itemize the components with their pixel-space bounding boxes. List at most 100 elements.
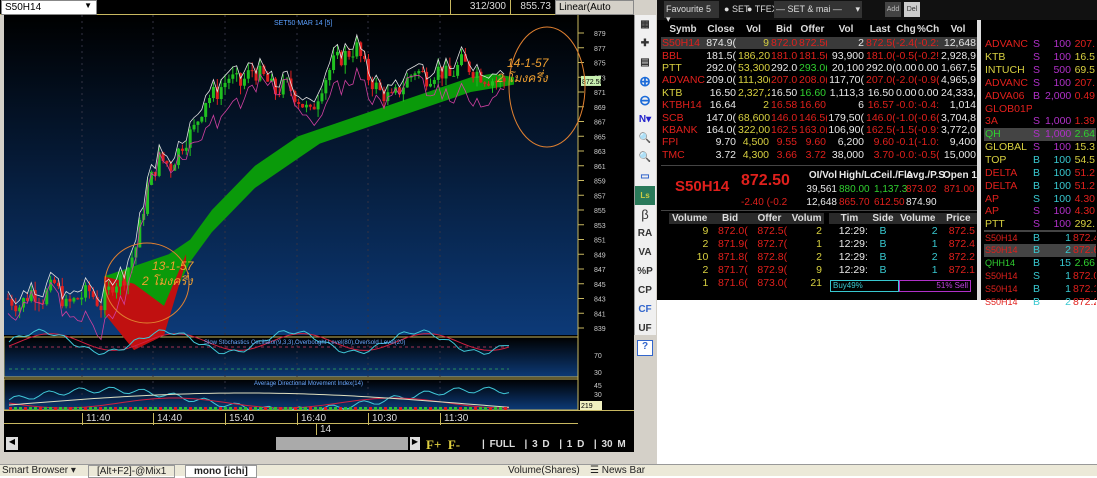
tool-ra[interactable]: RA — [635, 224, 655, 243]
ticker-row[interactable]: DELTA B 100 51.2 — [984, 166, 1096, 179]
smart-browser-dropdown[interactable]: Smart Browser ▾ — [2, 465, 76, 476]
status-bar: Smart Browser ▾ [Alt+F2]-@Mix1 mono [ich… — [0, 464, 1097, 478]
ticker-row[interactable]: 3A S 1,000 1.39 — [984, 115, 1096, 128]
depth-row[interactable]: 2 871.9(872.7(1 — [669, 237, 824, 250]
ticker-row[interactable]: DELTA B 100 51.2 — [984, 179, 1096, 192]
magnify-plus-icon[interactable]: 🔍 — [635, 129, 655, 148]
add-button[interactable]: Add — [885, 2, 901, 17]
candle-body — [436, 66, 440, 80]
column-header[interactable]: Vol — [939, 22, 977, 37]
tool-uf[interactable]: UF — [635, 319, 655, 338]
scroll-thumb[interactable] — [276, 437, 408, 450]
tab-mono-ichi[interactable]: mono [ichi] — [185, 465, 257, 478]
ticker-row[interactable]: S50H14B2872.2 — [984, 295, 1096, 308]
watchlist-scrollbar[interactable] — [977, 20, 981, 300]
ticker-row[interactable]: INTUCH S 500 69.5 — [984, 64, 1096, 77]
candle-body — [343, 50, 347, 66]
ticker-row[interactable]: GLOB01P140 — [984, 102, 1096, 115]
ticker-row[interactable]: GLOBAL S 100 15.3 — [984, 141, 1096, 154]
properties-icon[interactable]: ▤ — [635, 53, 655, 72]
beta-icon[interactable]: β — [635, 205, 655, 224]
add-object-icon[interactable]: ✚ — [635, 34, 655, 53]
cursor-price: 855.73 — [510, 0, 555, 15]
watchlist-row[interactable]: TMC 3.72 4,300 3.66 3.72 38,000 3.70 -0.0: -0.5(… — [661, 149, 977, 161]
ticker-row[interactable]: AP S 100 4.30 — [984, 192, 1096, 205]
watchlist-row[interactable]: PTT 292.0(53,300 292.0(293.0(20,100 292.0(0… — [661, 62, 977, 74]
depth-row[interactable]: 2 871.7(872.9(9 — [669, 263, 824, 276]
watchlist-row[interactable]: ADVANC 209.0(111,30(207.0(208.0(117,70(20… — [661, 74, 977, 86]
depth-row[interactable]: 9 872.0(872.5(2 — [669, 224, 824, 237]
column-header[interactable]: %Ch — [917, 22, 939, 37]
del-button[interactable]: Del — [904, 2, 920, 17]
news-bar-button[interactable]: ☰ News Bar — [590, 465, 645, 476]
candle-body — [6, 298, 10, 300]
ticker-row[interactable]: KTB S 100 16.5 — [984, 51, 1096, 64]
chart-scrollbar[interactable]: ◀ ▶ F+ F- | FULL | 3 D | 1 D | 30 M — [4, 435, 634, 452]
watchlist-row[interactable]: KTBH14 16.64 2 16.58 16.60 6 16.57 -0.0: -0.4: 1,… — [661, 99, 977, 111]
30m-button[interactable]: 30 M — [602, 439, 626, 450]
column-header[interactable]: Close — [705, 22, 737, 37]
ticker-row[interactable]: QHH14 B 15 2.66 — [984, 257, 1096, 270]
zoom-in-circle-icon[interactable]: ⊕ — [635, 72, 655, 91]
cursor-mode-icon[interactable]: N▾ — [635, 110, 655, 129]
price-chart[interactable]: 8798778758738718698678658638618598578558… — [3, 15, 634, 414]
watchlist-row[interactable]: S50H14 874.9(9 872.0(872.5(2 872.5(-2.4(-0.… — [661, 37, 977, 50]
ticker-row[interactable]: ADVA06 B 2,000 0.49 — [984, 89, 1096, 102]
ticker-row[interactable]: S50H14B1872.4 — [984, 230, 1096, 244]
depth-row[interactable]: 10 871.8(872.8(2 — [669, 250, 824, 263]
candle-body — [118, 274, 122, 287]
candle-body — [281, 79, 285, 95]
full-button[interactable]: FULL — [490, 439, 515, 450]
ticker-row[interactable]: TOP B 100 54.5 — [984, 154, 1096, 167]
column-header[interactable]: Bid — [770, 22, 798, 37]
1d-button[interactable]: 1 D — [567, 439, 585, 450]
column-header[interactable]: Symb — [661, 22, 705, 37]
depth-row[interactable]: 1 871.6(873.0(21 — [669, 276, 824, 289]
market-dropdown[interactable]: — SET & mai — ▾ — [774, 1, 862, 18]
zoom-in-f-button[interactable]: F+ — [426, 437, 441, 452]
ticker-row[interactable]: ADVANC S 100 207. — [984, 38, 1096, 51]
column-header[interactable]: Offer — [798, 22, 827, 37]
tool-percent-p[interactable]: %P — [635, 262, 655, 281]
symbol-dropdown[interactable]: S50H14 ▼ — [1, 0, 97, 15]
favourite-dropdown[interactable]: Favourite 5 ▾ — [664, 1, 719, 24]
tab-mix1[interactable]: [Alt+F2]-@Mix1 — [88, 465, 176, 478]
chart-canvas[interactable]: 8798778758738718698678658638618598578558… — [3, 15, 634, 414]
candle-body — [304, 104, 308, 108]
ticker-row[interactable]: AP S 100 4.30 — [984, 205, 1096, 218]
column-header[interactable]: Last — [865, 22, 895, 37]
zoom-out-f-button[interactable]: F- — [448, 437, 460, 452]
zoom-out-circle-icon[interactable]: ⊖ — [635, 91, 655, 110]
ls-icon[interactable]: Ls — [635, 186, 655, 205]
ticker-row[interactable]: ADVANC S 100 207. — [984, 77, 1096, 90]
magnify-minus-icon[interactable]: 🔍 — [635, 148, 655, 167]
3d-button[interactable]: 3 D — [532, 439, 550, 450]
candle-body — [401, 87, 405, 95]
ticker-row[interactable]: QH S 1,000 2.64 — [984, 127, 1096, 141]
help-icon[interactable]: ? — [637, 340, 653, 356]
window-icon[interactable]: ▭ — [635, 167, 655, 186]
watchlist-row[interactable]: FPI 9.70 4,500 9.55 9.60 6,200 9.60 -0.1(-1.0: 9… — [661, 136, 977, 148]
column-header[interactable]: Chg — [895, 22, 917, 37]
ticker-row[interactable]: S50H14B2872.6 — [984, 243, 1096, 257]
column-header[interactable]: Vol — [737, 22, 770, 37]
y-tick: 859 — [594, 179, 606, 186]
tool-va[interactable]: VA — [635, 243, 655, 262]
scroll-left-button[interactable]: ◀ — [6, 437, 18, 450]
chart-toolbar: S50H14 ▼ 312/300 855.73 Linear(Auto — [0, 0, 634, 15]
ticker-row[interactable]: S50H14B1872.1 — [984, 282, 1096, 295]
tool-cf[interactable]: CF — [635, 300, 655, 319]
ticker-row[interactable]: PTT S 100 292. — [984, 218, 1096, 231]
watchlist-row[interactable]: BBL181.5(186,20(181.0(181.5(93,900181.0(… — [661, 49, 977, 62]
scroll-right-button[interactable]: ▶ — [410, 437, 420, 450]
ticker-row[interactable]: S50H14S1872.0 — [984, 270, 1096, 283]
watchlist-row[interactable]: KTB 16.50 2,327,2 16.50 16.60 1,113,3 16.50 0.0… — [661, 87, 977, 99]
scale-dropdown[interactable]: Linear(Auto — [555, 0, 634, 15]
watchlist-row[interactable]: KBANK164.0(322,00(162.5(163.0(106,90(162… — [661, 124, 977, 136]
table-icon[interactable]: ▦ — [635, 15, 655, 34]
watchlist-row[interactable]: SCB 147.0(68,600 146.0(146.5(179,50(146.0(… — [661, 111, 977, 124]
radio-set[interactable]: ● SET — [724, 4, 749, 14]
tool-cp[interactable]: CP — [635, 281, 655, 300]
volume-shares-label[interactable]: Volume(Shares) — [508, 465, 580, 476]
column-header[interactable]: Vol — [827, 22, 865, 37]
